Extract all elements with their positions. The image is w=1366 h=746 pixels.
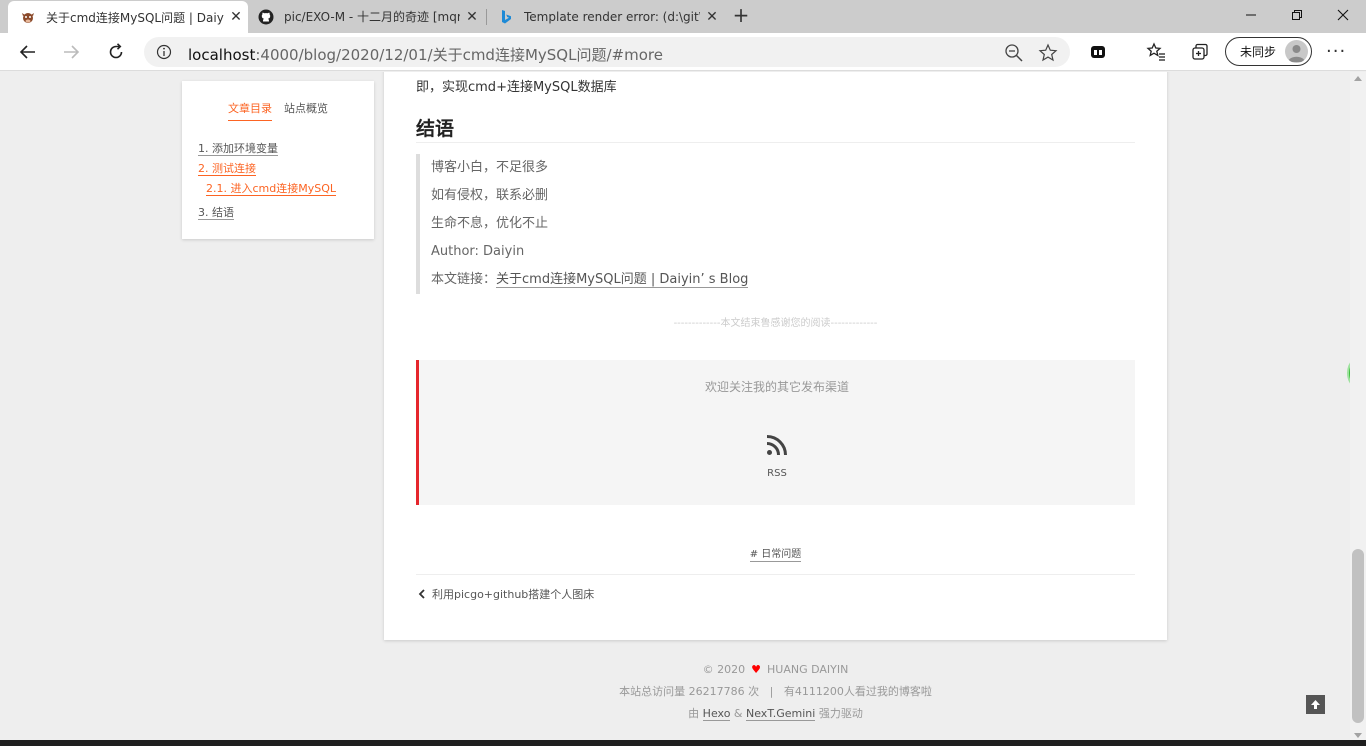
sidebar-tabs: 文章目录 站点概览	[182, 100, 374, 121]
heart-icon: ♥	[751, 663, 762, 676]
scroll-down-arrow[interactable]	[1354, 733, 1362, 738]
refresh-icon	[109, 43, 123, 59]
page-viewport: 文章目录 站点概览 1. 添加环境变量 2. 测试连接 2.1. 进入cmd连接…	[0, 72, 1350, 740]
avatar	[1285, 40, 1308, 63]
favorites-icon[interactable]	[1145, 41, 1167, 63]
permalink-link[interactable]: 关于cmd连接MySQL问题 | Daiyin’ s Blog	[496, 272, 749, 288]
github-icon	[258, 9, 274, 25]
powered-suffix: 强力驱动	[818, 707, 863, 720]
theme-link[interactable]: NexT.Gemini	[746, 707, 816, 721]
powered-amp: &	[733, 707, 743, 720]
tab-strip: 关于cmd连接MySQL问题 | Daiyin ✕ pic/EXO-M - 十二…	[0, 0, 1366, 33]
post-nav-divider	[416, 574, 1135, 575]
tab-title: pic/EXO-M - 十二月的奇迹 [mqm	[284, 10, 460, 24]
favorite-star-icon[interactable]	[1038, 43, 1058, 63]
info-icon[interactable]	[156, 44, 172, 60]
arrow-right-icon	[64, 45, 80, 59]
toc-item-test-connection[interactable]: 2. 测试连接	[198, 159, 336, 179]
tab-title: 关于cmd连接MySQL问题 | Daiyin	[46, 10, 224, 25]
minimize-button[interactable]	[1228, 0, 1274, 30]
quote-line: 博客小白，不足很多	[431, 160, 549, 175]
close-tab-icon[interactable]: ✕	[700, 9, 724, 25]
quote-line: 生命不息，优化不止	[431, 216, 549, 231]
tag-link[interactable]: # 日常问题	[749, 549, 802, 562]
bing-icon	[498, 9, 514, 25]
section-heading: 结语	[416, 118, 455, 140]
zoom-out-icon[interactable]	[1004, 43, 1024, 63]
collections-icon[interactable]	[1189, 41, 1211, 63]
post-tag: # 日常问题	[384, 545, 1167, 562]
tab-overview[interactable]: 站点概览	[284, 100, 328, 121]
rss-icon[interactable]	[765, 433, 789, 457]
profile-label: 未同步	[1240, 45, 1277, 59]
scrollbar-thumb[interactable]	[1352, 549, 1364, 723]
tab-toc[interactable]: 文章目录	[228, 100, 272, 121]
tab-active[interactable]: 关于cmd连接MySQL问题 | Daiyin ✕	[8, 1, 248, 33]
close-window-button[interactable]	[1320, 0, 1366, 30]
footer-stats-line: 本站总访问量 26217786 次 | 有4111200人看过我的博客啦	[384, 681, 1167, 703]
post-paragraph: 即，实现cmd+连接MySQL数据库	[416, 80, 617, 95]
back-to-top-button[interactable]	[1306, 695, 1325, 714]
back-button[interactable]	[13, 37, 43, 67]
quote-line: Author: Daiyin	[431, 244, 525, 259]
close-tab-icon[interactable]: ✕	[224, 9, 248, 25]
arrow-up-icon	[1311, 700, 1320, 709]
minimize-icon	[1246, 14, 1256, 16]
settings-more-button[interactable]: ···	[1326, 41, 1346, 62]
end-of-post-mark: -------------本文结束鲁感谢您的阅读-------------	[673, 318, 878, 329]
navigation-bar: localhost:4000/blog/2020/12/01/关于cmd连接My…	[0, 33, 1366, 71]
footer-divider: |	[769, 685, 774, 698]
permalink-label: 本文链接：	[431, 272, 497, 287]
restore-button[interactable]	[1274, 0, 1320, 30]
powered-prefix: 由	[688, 707, 700, 720]
tab-bing[interactable]: Template render error: (d:\gitWo ✕	[486, 0, 724, 33]
rss-label[interactable]: RSS	[419, 468, 1135, 479]
taskbar	[0, 740, 1366, 746]
tab-title: Template render error: (d:\gitWo	[524, 9, 700, 24]
prev-post-link[interactable]: 利用picgo+github搭建个人图床	[418, 586, 594, 602]
visitor-count: 有4111200人看过我的博客啦	[783, 685, 932, 698]
profile-button[interactable]: 未同步	[1225, 37, 1312, 66]
new-tab-button[interactable]: +	[729, 4, 753, 28]
permalink-line: 本文链接：关于cmd连接MySQL问题 | Daiyin’ s Blog	[431, 266, 1135, 294]
forward-button[interactable]	[56, 37, 86, 67]
page-scrollbar[interactable]	[1350, 72, 1366, 740]
toc-list: 1. 添加环境变量 2. 测试连接 2.1. 进入cmd连接MySQL 3. 结…	[198, 139, 337, 223]
blockquote: 博客小白，不足很多 如有侵权，联系必删 生命不息，优化不止 Author: Da…	[416, 154, 1135, 294]
post-card: 即，实现cmd+连接MySQL数据库 结语 博客小白，不足很多 如有侵权，联系必…	[384, 72, 1167, 640]
extension-icon[interactable]	[1087, 41, 1109, 63]
quote-line: 如有侵权，联系必删	[431, 188, 549, 203]
chevron-left-icon	[418, 589, 425, 599]
close-tab-icon[interactable]: ✕	[460, 9, 484, 25]
reload-button[interactable]	[101, 37, 131, 67]
address-bar[interactable]: localhost:4000/blog/2020/12/01/关于cmd连接My…	[144, 37, 1070, 67]
toc-item-conclusion[interactable]: 3. 结语	[198, 203, 336, 223]
heading-divider	[416, 142, 1135, 143]
cow-logo-icon	[20, 9, 36, 25]
close-icon	[1337, 9, 1349, 21]
visit-count: 本站总访问量 26217786 次	[619, 685, 760, 698]
tab-github[interactable]: pic/EXO-M - 十二月的奇迹 [mqm ✕	[246, 0, 484, 33]
site-footer: © 2020 ♥ HUANG DAIYIN 本站总访问量 26217786 次 | …	[384, 659, 1167, 725]
footer-author: HUANG DAIYIN	[767, 663, 849, 676]
toc-item-env-var[interactable]: 1. 添加环境变量	[198, 139, 336, 159]
follow-title: 欢迎关注我的其它发布渠道	[704, 380, 849, 394]
url-text[interactable]: localhost:4000/blog/2020/12/01/关于cmd连接My…	[188, 44, 663, 65]
follow-channels-box: 欢迎关注我的其它发布渠道 RSS	[416, 360, 1135, 505]
hexo-link[interactable]: Hexo	[702, 707, 731, 721]
scroll-up-arrow[interactable]	[1354, 76, 1362, 81]
toc-item-cmd-mysql[interactable]: 2.1. 进入cmd连接MySQL	[198, 179, 337, 199]
copyright-text: © 2020	[702, 663, 746, 676]
footer-copyright-line: © 2020 ♥ HUANG DAIYIN	[384, 659, 1167, 681]
arrow-left-icon	[19, 45, 35, 59]
sidebar-toc: 文章目录 站点概览 1. 添加环境变量 2. 测试连接 2.1. 进入cmd连接…	[182, 81, 374, 239]
prev-post-title: 利用picgo+github搭建个人图床	[432, 588, 595, 601]
restore-icon	[1292, 10, 1302, 20]
footer-powered-line: 由 Hexo & NexT.Gemini 强力驱动	[384, 703, 1167, 725]
